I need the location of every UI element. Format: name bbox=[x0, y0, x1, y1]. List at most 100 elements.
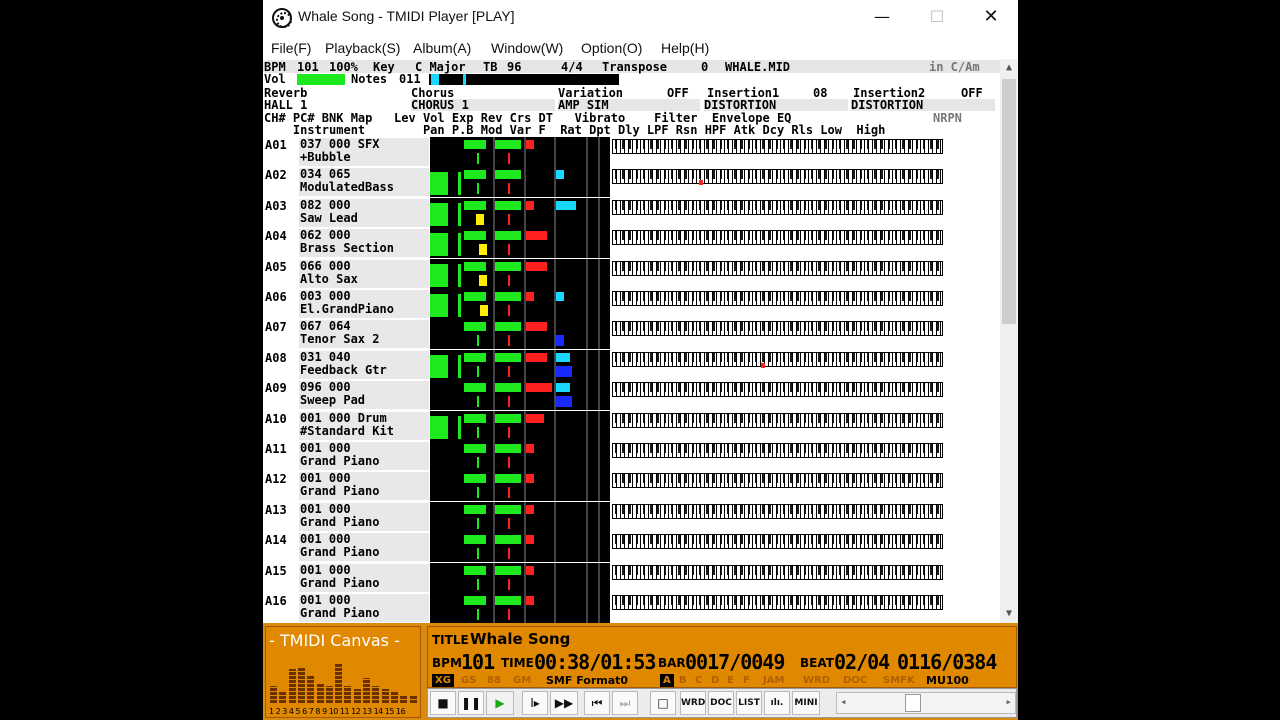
channel-row[interactable]: A02 034 065 ModulatedBass bbox=[263, 167, 1000, 198]
volume-bar bbox=[464, 352, 486, 362]
channel-row[interactable]: A08 031 040 Feedback Gtr bbox=[263, 349, 1000, 380]
seek-slider[interactable]: ◂ ▸ bbox=[836, 692, 1016, 714]
channel-id: A15 bbox=[265, 563, 287, 578]
channel-row[interactable]: A05 066 000 Alto Sax bbox=[263, 258, 1000, 289]
channel-row[interactable]: A06 003 000 El.GrandPiano bbox=[263, 289, 1000, 319]
window-button[interactable]: □ bbox=[650, 691, 676, 715]
scroll-up-icon[interactable]: ▲ bbox=[1000, 59, 1018, 77]
channel-program[interactable]: 001 000 Grand Piano bbox=[299, 563, 429, 592]
close-button[interactable]: ✕ bbox=[964, 0, 1018, 36]
channel-program[interactable]: 067 064 Tenor Sax 2 bbox=[299, 320, 429, 349]
column-separator bbox=[586, 228, 588, 259]
channel-row[interactable]: A13 001 000 Grand Piano bbox=[263, 501, 1000, 532]
stop-button[interactable]: ■ bbox=[430, 691, 456, 715]
program-bank-line: 001 000 bbox=[300, 563, 351, 577]
canvas-channel-bar bbox=[325, 686, 333, 703]
menu-file[interactable]: File(F) bbox=[271, 40, 311, 56]
channel-program[interactable]: 034 065 ModulatedBass bbox=[299, 168, 429, 197]
column-separator bbox=[493, 441, 495, 471]
piano-keyboard bbox=[612, 534, 943, 550]
maximize-button[interactable]: ☐ bbox=[910, 0, 964, 36]
seek-left-icon[interactable]: ◂ bbox=[840, 695, 847, 708]
menu-help[interactable]: Help(H) bbox=[661, 40, 709, 56]
volume-bar bbox=[464, 292, 486, 301]
insertion1-type: DISTORTION bbox=[704, 98, 777, 112]
scroll-down-icon[interactable]: ▼ bbox=[1000, 605, 1018, 623]
channel-program[interactable]: 062 000 Brass Section bbox=[299, 229, 429, 258]
channel-program[interactable]: 031 040 Feedback Gtr bbox=[299, 350, 429, 379]
menu-option[interactable]: Option(O) bbox=[581, 40, 642, 56]
vertical-scrollbar[interactable]: ▲ ▼ bbox=[1000, 59, 1018, 623]
step-button[interactable]: I▸ bbox=[522, 691, 548, 715]
channel-program[interactable]: 001 000 Grand Piano bbox=[299, 442, 429, 470]
song-title: Whale Song bbox=[470, 630, 571, 648]
channel-id: A14 bbox=[265, 533, 287, 548]
tmidi-canvas[interactable]: - TMIDI Canvas - 1 2 3 4 5 6 7 8 9 10 11… bbox=[265, 626, 421, 718]
piano-keyboard bbox=[612, 412, 943, 428]
spectrum-button[interactable]: ılı. bbox=[764, 691, 790, 715]
expression-bar bbox=[495, 140, 521, 149]
wrd-button[interactable]: WRD bbox=[680, 691, 706, 715]
level-meter bbox=[430, 137, 462, 167]
column-separator bbox=[554, 380, 556, 411]
program-bank-line: 001 000 Drum bbox=[300, 411, 387, 425]
channel-row[interactable]: A10 001 000 Drum #Standard Kit bbox=[263, 410, 1000, 441]
canvas-channel-bar bbox=[279, 692, 287, 703]
pause-button[interactable]: ❚❚ bbox=[458, 691, 484, 715]
canvas-channel-bar bbox=[270, 686, 277, 703]
channel-program[interactable]: 001 000 Grand Piano bbox=[299, 472, 429, 501]
channel-row[interactable]: A12 001 000 Grand Piano bbox=[263, 471, 1000, 502]
channel-program[interactable]: 001 000 Grand Piano bbox=[299, 594, 429, 622]
next-track-button[interactable]: ⏭ bbox=[612, 691, 638, 715]
column-separator bbox=[493, 562, 495, 593]
controller-bars bbox=[462, 532, 610, 563]
canvas-channel-bar bbox=[390, 692, 398, 703]
channel-program[interactable]: 037 000 SFX +Bubble bbox=[299, 138, 429, 166]
column-separator bbox=[598, 471, 600, 502]
play-button[interactable]: ▶ bbox=[486, 691, 514, 715]
channel-row[interactable]: A09 096 000 Sweep Pad bbox=[263, 380, 1000, 411]
volume-bar bbox=[464, 413, 486, 423]
reverb-bar bbox=[526, 413, 544, 423]
channel-row[interactable]: A11 001 000 Grand Piano bbox=[263, 441, 1000, 471]
canvas-channel-bar bbox=[297, 667, 305, 703]
channel-row[interactable]: A16 001 000 Grand Piano bbox=[263, 593, 1000, 623]
controller-bars bbox=[462, 501, 610, 532]
time-value: 00:38/01:53 bbox=[534, 650, 656, 674]
menu-album[interactable]: Album(A) bbox=[413, 40, 471, 56]
doc-button[interactable]: DOC bbox=[708, 691, 734, 715]
channel-program[interactable]: 082 000 Saw Lead bbox=[299, 198, 429, 227]
piano-keyboard bbox=[612, 139, 943, 154]
channel-row[interactable]: A14 001 000 Grand Piano bbox=[263, 532, 1000, 563]
mini-button[interactable]: MINI bbox=[792, 691, 820, 715]
channel-program[interactable]: 001 000 Grand Piano bbox=[299, 533, 429, 562]
transpose-value: 0 bbox=[701, 60, 709, 74]
channel-row[interactable]: A15 001 000 Grand Piano bbox=[263, 562, 1000, 593]
minimize-button[interactable]: — bbox=[855, 0, 909, 36]
channel-row[interactable]: A07 067 064 Tenor Sax 2 bbox=[263, 319, 1000, 350]
channel-program[interactable]: 096 000 Sweep Pad bbox=[299, 381, 429, 410]
channel-row[interactable]: A03 082 000 Saw Lead bbox=[263, 197, 1000, 228]
channel-row[interactable]: A01 037 000 SFX +Bubble bbox=[263, 137, 1000, 167]
program-bank-line: 001 000 bbox=[300, 502, 351, 516]
column-separator bbox=[524, 228, 526, 259]
previous-track-button[interactable]: ⏮ bbox=[584, 691, 610, 715]
scroll-thumb[interactable] bbox=[1002, 79, 1016, 324]
channel-row[interactable]: A04 062 000 Brass Section bbox=[263, 228, 1000, 259]
column-separator bbox=[598, 501, 600, 532]
channel-program[interactable]: 001 000 Drum #Standard Kit bbox=[299, 411, 429, 440]
fast-forward-button[interactable]: ▶▶ bbox=[550, 691, 578, 715]
expression-bar bbox=[495, 292, 521, 301]
channel-program[interactable]: 066 000 Alto Sax bbox=[299, 259, 429, 288]
controller-bars bbox=[462, 441, 610, 471]
seek-right-icon[interactable]: ▸ bbox=[1005, 695, 1012, 708]
channel-program[interactable]: 003 000 El.GrandPiano bbox=[299, 290, 429, 318]
list-button[interactable]: LIST bbox=[736, 691, 762, 715]
variation-state: OFF bbox=[667, 86, 689, 100]
channel-program[interactable]: 001 000 Grand Piano bbox=[299, 502, 429, 531]
pan-marker bbox=[477, 396, 479, 408]
piano-keyboard bbox=[612, 443, 943, 458]
seek-knob[interactable] bbox=[905, 694, 921, 712]
menu-window[interactable]: Window(W) bbox=[491, 40, 563, 56]
menu-playback[interactable]: Playback(S) bbox=[325, 40, 400, 56]
